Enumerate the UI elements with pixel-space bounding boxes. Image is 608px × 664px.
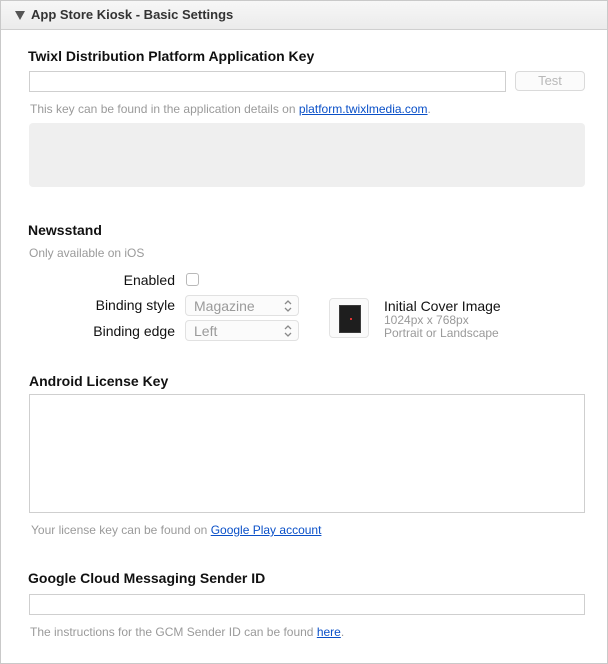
gcm-hint: The instructions for the GCM Sender ID c… — [30, 625, 344, 639]
android-key-heading: Android License Key — [29, 373, 169, 389]
twixl-details-box — [29, 123, 585, 187]
twixl-key-hint: This key can be found in the application… — [30, 102, 431, 116]
updown-chevron-icon — [284, 325, 292, 337]
android-hint-text: Your license key can be found on — [31, 523, 211, 537]
binding-edge-select[interactable]: Left — [185, 320, 299, 341]
updown-chevron-icon — [284, 300, 292, 312]
gcm-instructions-link[interactable]: here — [317, 625, 341, 639]
disclosure-triangle-icon[interactable] — [15, 11, 25, 20]
twixl-platform-link[interactable]: platform.twixlmedia.com — [299, 102, 428, 116]
android-key-textarea[interactable] — [29, 394, 585, 513]
newsstand-note: Only available on iOS — [29, 246, 145, 260]
android-key-hint: Your license key can be found on Google … — [31, 523, 321, 537]
gcm-sender-id-input[interactable] — [29, 594, 585, 615]
cover-image-size: 1024px x 768px — [384, 313, 469, 327]
binding-edge-value: Left — [194, 323, 218, 339]
newsstand-heading: Newsstand — [28, 222, 102, 238]
twixl-key-input[interactable] — [29, 71, 506, 92]
panel-title: App Store Kiosk - Basic Settings — [31, 7, 234, 22]
cover-image-well[interactable] — [329, 298, 369, 338]
cover-image-orientation: Portrait or Landscape — [384, 326, 499, 340]
twixl-key-heading: Twixl Distribution Platform Application … — [28, 48, 315, 64]
binding-style-value: Magazine — [194, 298, 255, 314]
binding-edge-label: Binding edge — [93, 323, 175, 339]
gcm-hint-suffix: . — [340, 625, 345, 639]
gcm-heading: Google Cloud Messaging Sender ID — [28, 570, 266, 586]
google-play-account-link[interactable]: Google Play account — [211, 523, 322, 537]
binding-style-label: Binding style — [95, 297, 175, 313]
enabled-checkbox[interactable] — [186, 273, 199, 286]
panel-header[interactable]: App Store Kiosk - Basic Settings — [1, 1, 607, 30]
twixl-hint-text: This key can be found in the application… — [30, 102, 299, 116]
test-button[interactable]: Test — [515, 71, 585, 91]
cover-image-title: Initial Cover Image — [384, 298, 501, 314]
binding-style-select[interactable]: Magazine — [185, 295, 299, 316]
thumbnail-mark — [350, 318, 352, 320]
twixl-hint-suffix: . — [427, 102, 431, 116]
settings-panel: App Store Kiosk - Basic Settings Twixl D… — [0, 0, 608, 664]
cover-image-thumbnail — [339, 305, 361, 333]
gcm-hint-text: The instructions for the GCM Sender ID c… — [30, 625, 317, 639]
enabled-label: Enabled — [123, 272, 175, 288]
